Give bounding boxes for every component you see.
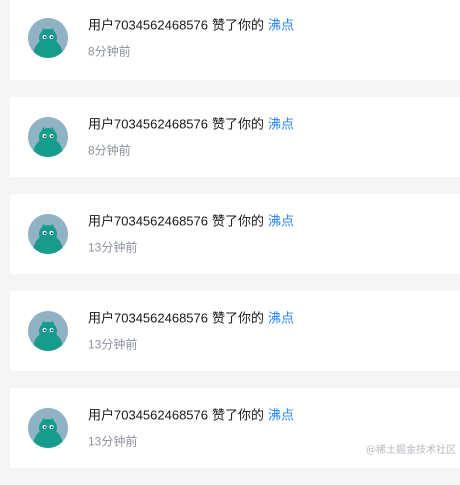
notification-item[interactable]: 用户7034562468576 赞了你的 沸点 13分钟前 <box>10 291 460 371</box>
target-link[interactable]: 沸点 <box>268 18 294 33</box>
notification-text: 用户7034562468576 赞了你的 沸点 <box>88 310 450 328</box>
default-avatar-icon <box>28 18 68 58</box>
user-name-link[interactable]: 用户7034562468576 <box>88 117 208 132</box>
notification-text: 用户7034562468576 赞了你的 沸点 <box>88 116 450 134</box>
action-text: 赞了你的 <box>212 17 265 33</box>
notification-list: 用户7034562468576 赞了你的 沸点 8分钟前 用户70345624685… <box>10 0 460 485</box>
timestamp: 8分钟前 <box>88 143 131 158</box>
notification-item[interactable]: 用户7034562468576 赞了你的 沸点 8分钟前 <box>10 0 460 80</box>
notification-text: 用户7034562468576 赞了你的 沸点 <box>88 17 450 35</box>
notification-item[interactable]: 用户7034562468576 赞了你的 沸点 13分钟前 <box>10 388 460 468</box>
avatar[interactable] <box>28 214 68 254</box>
target-link[interactable]: 沸点 <box>268 408 294 423</box>
user-name-link[interactable]: 用户7034562468576 <box>88 18 208 33</box>
timestamp: 13分钟前 <box>88 337 138 352</box>
watermark: @稀土掘金技术社区 <box>366 445 456 456</box>
action-text: 赞了你的 <box>212 116 265 132</box>
notification-content: 用户7034562468576 赞了你的 沸点 13分钟前 <box>88 310 450 353</box>
user-name-link[interactable]: 用户7034562468576 <box>88 408 208 423</box>
target-link[interactable]: 沸点 <box>268 214 294 229</box>
avatar[interactable] <box>28 408 68 448</box>
action-text: 赞了你的 <box>212 213 265 229</box>
user-name-link[interactable]: 用户7034562468576 <box>88 311 208 326</box>
timestamp: 8分钟前 <box>88 44 131 59</box>
target-link[interactable]: 沸点 <box>268 117 294 132</box>
notification-item[interactable]: 用户7034562468576 赞了你的 沸点 8分钟前 <box>10 97 460 177</box>
target-link[interactable]: 沸点 <box>268 311 294 326</box>
avatar[interactable] <box>28 311 68 351</box>
default-avatar-icon <box>28 311 68 351</box>
avatar[interactable] <box>28 117 68 157</box>
action-text: 赞了你的 <box>212 310 265 326</box>
notification-content: 用户7034562468576 赞了你的 沸点 8分钟前 <box>88 17 450 60</box>
default-avatar-icon <box>28 408 68 448</box>
user-name-link[interactable]: 用户7034562468576 <box>88 214 208 229</box>
action-text: 赞了你的 <box>212 407 265 423</box>
notification-text: 用户7034562468576 赞了你的 沸点 <box>88 407 450 425</box>
default-avatar-icon <box>28 117 68 157</box>
avatar[interactable] <box>28 18 68 58</box>
notification-content: 用户7034562468576 赞了你的 沸点 13分钟前 <box>88 213 450 256</box>
notification-content: 用户7034562468576 赞了你的 沸点 8分钟前 <box>88 116 450 159</box>
notification-text: 用户7034562468576 赞了你的 沸点 <box>88 213 450 231</box>
default-avatar-icon <box>28 214 68 254</box>
notification-item[interactable]: 用户7034562468576 赞了你的 沸点 13分钟前 <box>10 194 460 274</box>
timestamp: 13分钟前 <box>88 240 138 255</box>
